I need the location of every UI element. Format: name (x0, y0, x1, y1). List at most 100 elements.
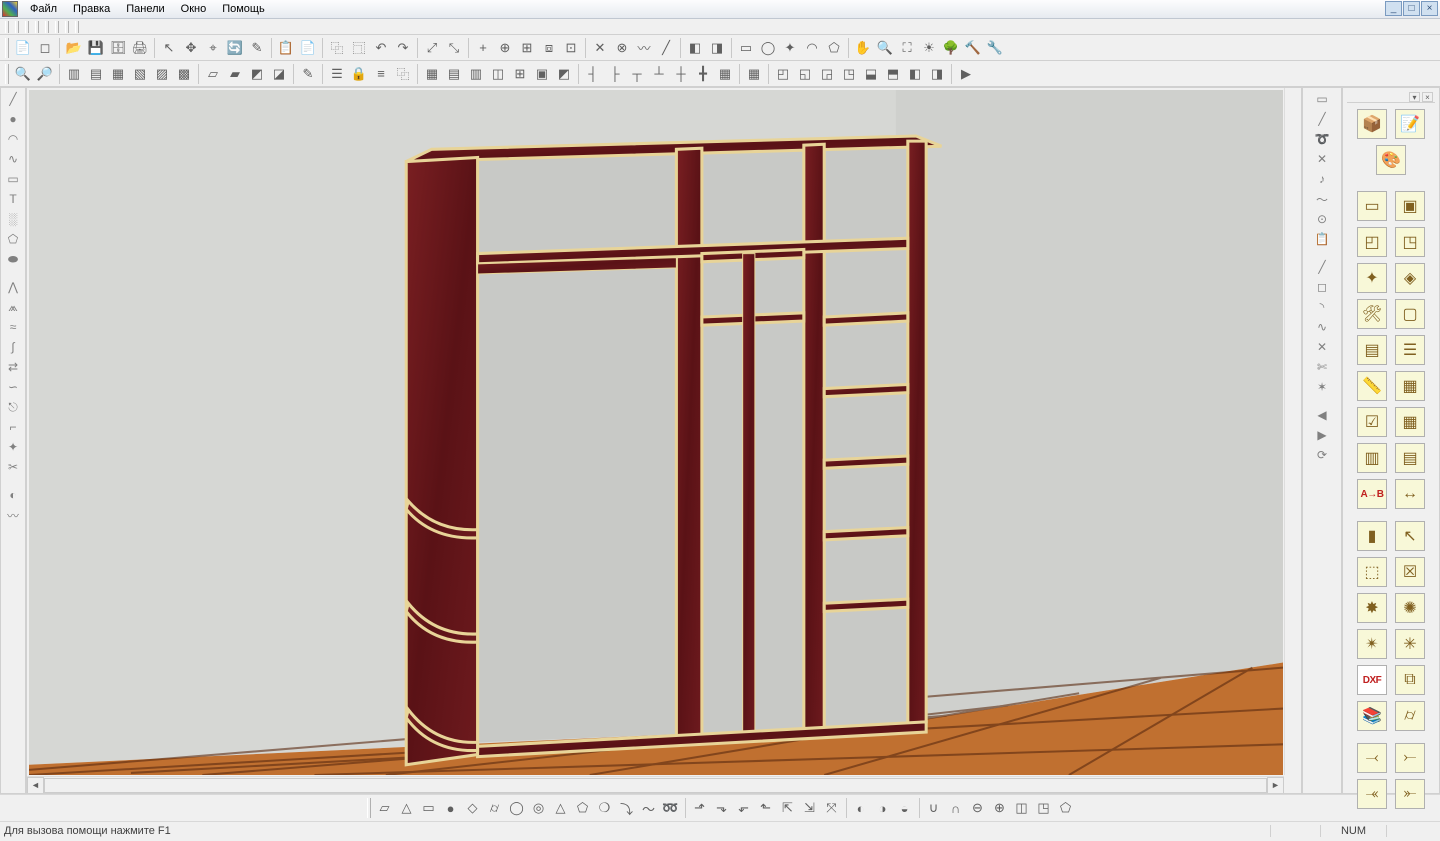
zoom-lens-button[interactable]: 🔍 (12, 63, 34, 85)
grip-icon[interactable] (15, 21, 19, 33)
extr6-button[interactable]: ⇲ (799, 797, 821, 819)
line-tool[interactable]: ╱ (1312, 110, 1332, 128)
box1-button[interactable]: ▥ (63, 63, 85, 85)
arrow-flip-palette-button[interactable]: ↔ (1395, 479, 1425, 509)
n-curve-tool[interactable]: ∽ (3, 378, 23, 396)
wall5-button[interactable]: ⬓ (860, 63, 882, 85)
panel-check-palette-button[interactable]: ☑ (1357, 407, 1387, 437)
grip-icon[interactable] (367, 798, 371, 818)
sheet1-button[interactable]: ▱ (202, 63, 224, 85)
rev3-button[interactable]: ◒ (894, 797, 916, 819)
grip-icon[interactable] (75, 21, 79, 33)
oval-button[interactable]: ◯ (757, 37, 779, 59)
wall8-button[interactable]: ◨ (926, 63, 948, 85)
mirror2-button[interactable]: ⊕ (494, 37, 516, 59)
tri-button[interactable]: △ (396, 797, 418, 819)
palette-close-icon[interactable]: × (1422, 92, 1433, 102)
wall3-button[interactable]: ◲ (816, 63, 838, 85)
layer-button[interactable]: ☰ (326, 63, 348, 85)
box6-button[interactable]: ▩ (173, 63, 195, 85)
extr1-button[interactable]: ⬏ (689, 797, 711, 819)
poly-button[interactable]: ⬠ (823, 37, 845, 59)
doc-list-palette-button[interactable]: ▤ (1357, 335, 1387, 365)
sphere-button[interactable]: ◯ (506, 797, 528, 819)
wall1-button[interactable]: ◰ (772, 63, 794, 85)
table-button[interactable]: ▦ (743, 63, 765, 85)
box4-button[interactable]: ▧ (129, 63, 151, 85)
text-tool[interactable]: T (3, 190, 23, 208)
paste-button[interactable]: 📄 (297, 37, 319, 59)
grip-icon[interactable] (5, 64, 9, 84)
line-tool[interactable]: ╱ (3, 90, 23, 108)
cross-tool[interactable]: ✕ (1312, 150, 1332, 168)
center-tool[interactable]: ⊙ (1312, 210, 1332, 228)
grid5-button[interactable]: ⊞ (509, 63, 531, 85)
dist3-button[interactable]: ┬ (626, 63, 648, 85)
scroll-right-icon[interactable]: ► (1267, 777, 1284, 794)
maximize-button[interactable]: □ (1403, 1, 1420, 16)
scissor-tool[interactable]: ✂ (3, 458, 23, 476)
torus-button[interactable]: ◎ (528, 797, 550, 819)
bool3-button[interactable]: ⊖ (967, 797, 989, 819)
file-open-button[interactable]: 📂 (63, 37, 85, 59)
line2-tool[interactable]: ╱ (1312, 258, 1332, 276)
bend-button[interactable]: ⤵ (616, 797, 638, 819)
scroll-left-icon[interactable]: ◄ (27, 777, 44, 794)
rect-tool[interactable]: ▭ (3, 170, 23, 188)
sheet2-button[interactable]: ▰ (224, 63, 246, 85)
dist1-button[interactable]: ┤ (582, 63, 604, 85)
half-tool[interactable]: ◐ (3, 486, 23, 504)
spline-tool[interactable]: ∿ (3, 150, 23, 168)
dist4-button[interactable]: ┴ (648, 63, 670, 85)
end-l2-palette-button[interactable]: ⤛ (1357, 779, 1387, 809)
undo-button[interactable]: ↶ (370, 37, 392, 59)
arrow-up-tool[interactable]: ⋀ (3, 278, 23, 296)
fit-button[interactable]: ⛶ (896, 37, 918, 59)
dist2-button[interactable]: ├ (604, 63, 626, 85)
minimize-button[interactable]: _ (1385, 1, 1402, 16)
circle-tool[interactable]: ● (3, 110, 23, 128)
extr5-button[interactable]: ⇱ (777, 797, 799, 819)
cross2-tool[interactable]: ✕ (1312, 338, 1332, 356)
zoom-button[interactable]: 🔍 (874, 37, 896, 59)
arrow-uu-tool[interactable]: ⩕ (3, 298, 23, 316)
palette-palette-button[interactable]: 🎨 (1376, 145, 1406, 175)
wall2-button[interactable]: ◱ (794, 63, 816, 85)
menu-window[interactable]: Окно (173, 1, 215, 17)
table-col-palette-button[interactable]: ▤ (1395, 443, 1425, 473)
transform1-button[interactable]: ⤢ (421, 37, 443, 59)
prism-button[interactable]: ⬠ (572, 797, 594, 819)
star3-tool[interactable]: ✶ (1312, 378, 1332, 396)
file-blank-button[interactable]: ◻ (34, 37, 56, 59)
dist6-button[interactable]: ╋ (692, 63, 714, 85)
pointer-button[interactable]: ↖ (158, 37, 180, 59)
wall6-button[interactable]: ⬒ (882, 63, 904, 85)
mirror1-button[interactable]: + (472, 37, 494, 59)
star-tool[interactable]: ✦ (3, 438, 23, 456)
ruler-note-palette-button[interactable]: 📏 (1357, 371, 1387, 401)
file-saveas-button[interactable]: 🗄 (107, 37, 129, 59)
draft-tool[interactable]: 〰 (3, 506, 23, 524)
rect-tool[interactable]: ▭ (1312, 90, 1332, 108)
grip-icon[interactable] (35, 21, 39, 33)
pencil-button[interactable]: ✎ (246, 37, 268, 59)
group-button[interactable]: ⿻ (392, 63, 414, 85)
redo-button[interactable]: ↷ (392, 37, 414, 59)
hand-button[interactable]: ✋ (852, 37, 874, 59)
cyl-palette-button[interactable]: ⌭ (1395, 701, 1425, 731)
cut-tool[interactable]: ✄ (1312, 358, 1332, 376)
arc2-tool[interactable]: ◝ (1312, 298, 1332, 316)
file-save-button[interactable]: 💾 (85, 37, 107, 59)
grid7-button[interactable]: ◩ (553, 63, 575, 85)
print-button[interactable]: 🖨 (129, 37, 151, 59)
palette-pin-icon[interactable]: ▾ (1409, 92, 1420, 102)
scrollbar-vertical[interactable] (1284, 88, 1301, 775)
extr7-button[interactable]: ⤧ (821, 797, 843, 819)
grid4-button[interactable]: ◫ (487, 63, 509, 85)
burst-palette-button[interactable]: ✸ (1357, 593, 1387, 623)
box5-button[interactable]: ▨ (151, 63, 173, 85)
panel-star-palette-button[interactable]: ✦ (1357, 263, 1387, 293)
s-curve-tool[interactable]: ∫ (3, 338, 23, 356)
sheet4-button[interactable]: ◪ (268, 63, 290, 85)
grid2-button[interactable]: ▤ (443, 63, 465, 85)
